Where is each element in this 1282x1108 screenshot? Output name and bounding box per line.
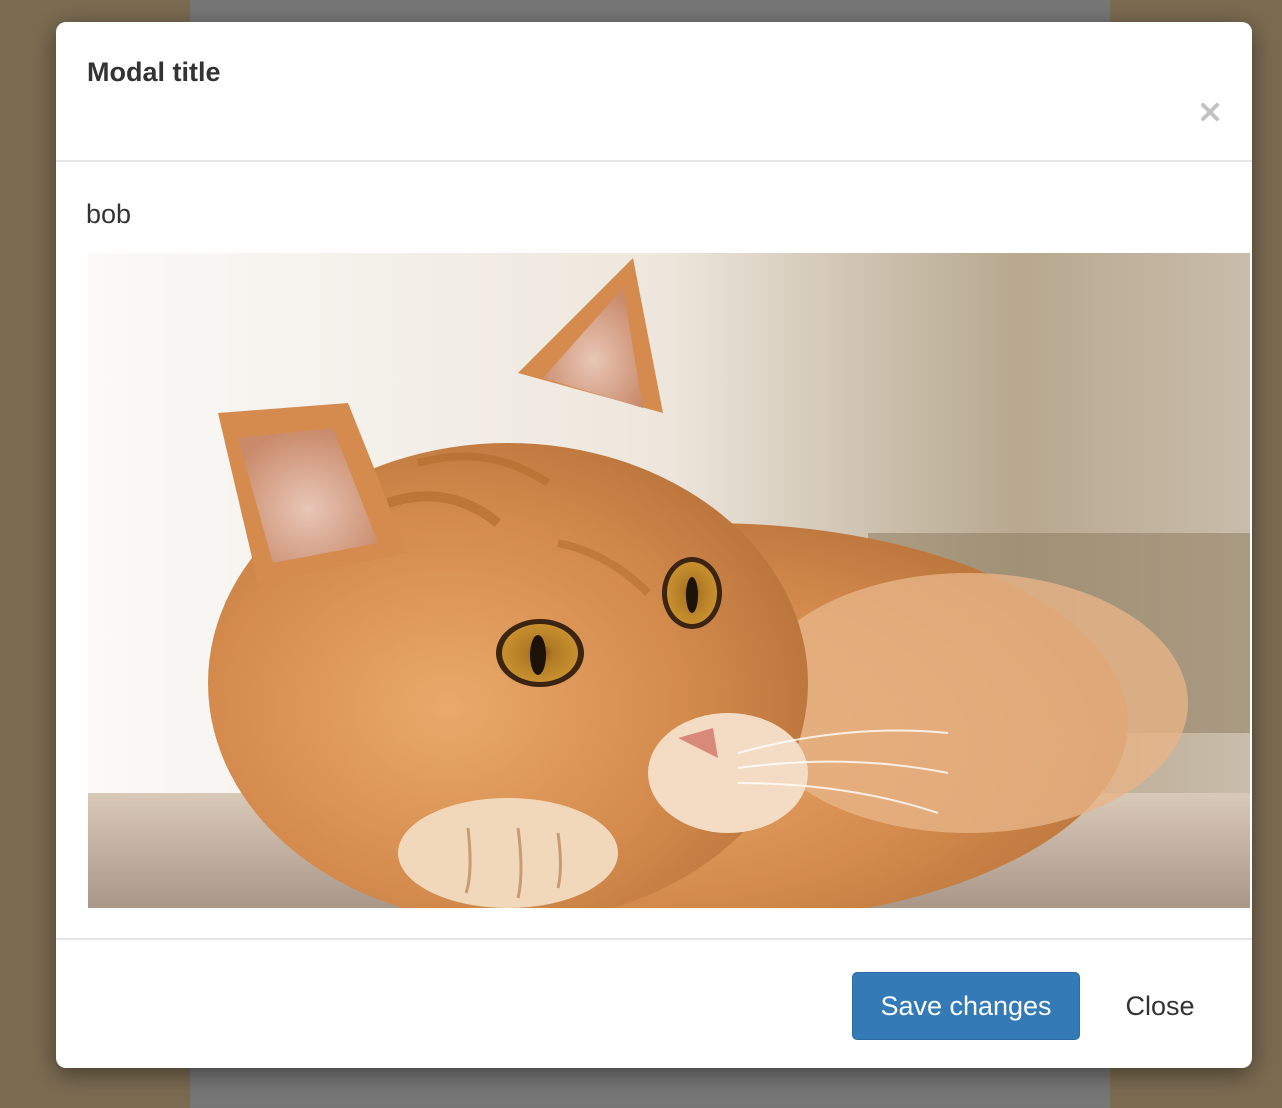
modal-title: Modal title (87, 57, 221, 87)
save-changes-button[interactable]: Save changes (852, 972, 1080, 1040)
modal-header: Modal title (56, 22, 1252, 162)
close-icon[interactable] (1192, 94, 1228, 130)
modal-footer: Save changes Close (56, 938, 1252, 1068)
modal-dialog: Modal title bob Save changes Close (56, 22, 1252, 1068)
modal-body: bob (56, 162, 1252, 940)
body-text: bob (86, 199, 132, 229)
close-button[interactable]: Close (1102, 972, 1218, 1040)
cat-image (88, 253, 1250, 908)
